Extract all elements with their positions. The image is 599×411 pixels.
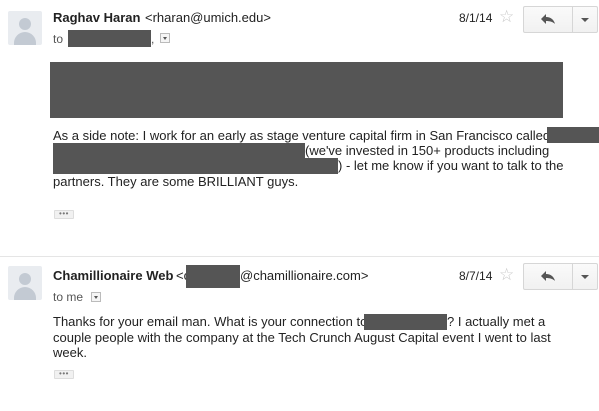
message-date: 8/7/14 bbox=[459, 269, 493, 283]
body-line: (we've invested in 150+ products includi… bbox=[305, 143, 550, 158]
redacted-text bbox=[53, 158, 338, 174]
body-line: ) - let me know if you want to talk to t… bbox=[338, 158, 564, 173]
chevron-down-icon bbox=[581, 18, 589, 22]
redacted-recipient bbox=[68, 30, 151, 47]
chevron-down-icon bbox=[581, 275, 589, 279]
more-options-button[interactable] bbox=[572, 7, 597, 32]
body-line: ? I actually met a bbox=[447, 314, 546, 329]
more-options-button[interactable] bbox=[572, 264, 597, 289]
recipient-details-toggle[interactable] bbox=[91, 292, 101, 302]
reply-button-group bbox=[523, 263, 598, 290]
recipient-details-toggle[interactable] bbox=[160, 33, 170, 43]
show-trimmed-content-button[interactable]: ••• bbox=[54, 370, 74, 379]
avatar bbox=[8, 266, 42, 300]
reply-button[interactable] bbox=[524, 7, 573, 32]
sender-name: Raghav Haran bbox=[53, 10, 141, 25]
reply-icon bbox=[541, 271, 555, 281]
redacted-text bbox=[547, 127, 599, 143]
reply-button-group bbox=[523, 6, 598, 33]
redacted-email-user bbox=[186, 265, 240, 288]
redacted-text bbox=[53, 143, 305, 158]
body-line: Thanks for your email man. What is your … bbox=[53, 314, 368, 329]
show-trimmed-content-button[interactable]: ••• bbox=[54, 210, 74, 219]
message-date: 8/1/14 bbox=[459, 11, 493, 25]
body-line: couple people with the company at the Te… bbox=[53, 330, 551, 345]
body-line: partners. They are some BRILLIANT guys. bbox=[53, 174, 299, 189]
reply-icon bbox=[541, 14, 555, 24]
sender-name: Chamillionaire Web bbox=[53, 268, 174, 283]
star-icon[interactable]: ☆ bbox=[499, 266, 514, 283]
avatar bbox=[8, 11, 42, 45]
reply-button[interactable] bbox=[524, 264, 573, 289]
recipient-label: to me bbox=[53, 290, 84, 304]
body-line: week. bbox=[53, 345, 87, 360]
body-line: As a side note: I work for an early as s… bbox=[53, 128, 551, 143]
redacted-block bbox=[50, 62, 563, 118]
redacted-text bbox=[364, 314, 447, 330]
sender-email: <rharan@umich.edu> bbox=[145, 10, 271, 25]
recipient-separator: , bbox=[151, 32, 155, 46]
recipient-label: to bbox=[53, 32, 64, 46]
star-icon[interactable]: ☆ bbox=[499, 8, 514, 25]
message-divider bbox=[0, 256, 599, 257]
sender-email-domain: @chamillionaire.com> bbox=[240, 268, 369, 283]
